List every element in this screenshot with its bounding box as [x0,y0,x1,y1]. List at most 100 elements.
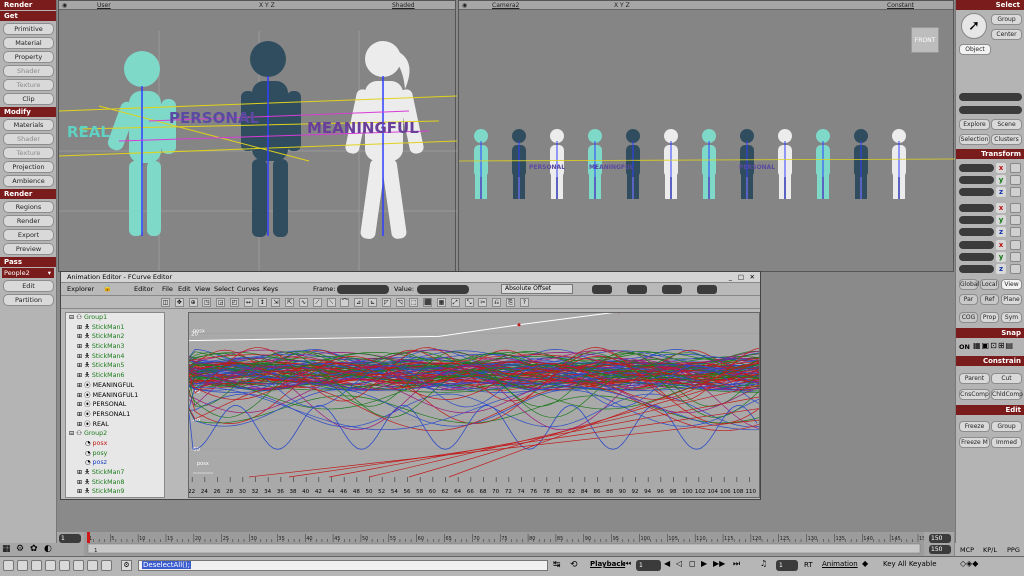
pass-edit-button[interactable]: Edit [3,280,54,292]
toolbar-button[interactable]: ◸ [381,298,391,307]
sym-button[interactable]: Sym [1001,312,1022,323]
playback-button[interactable]: Playback [590,560,625,568]
ref-plane[interactable]: Plane [1001,294,1022,305]
tab-mcp[interactable]: MCP [960,546,974,554]
tree-item[interactable]: ⊞ 🯅 StickMan8 [66,478,164,488]
rt-label[interactable]: RT [804,561,813,569]
preview-button[interactable]: Preview [3,243,54,255]
menu-editor[interactable]: Editor [134,285,153,293]
axis-button-z[interactable]: z [996,264,1006,274]
toolbar-button[interactable]: ▦ [437,298,446,307]
menu-edit[interactable]: Edit [178,285,191,293]
timeline-start-field[interactable]: 1 [59,534,81,543]
transform-lock-toggle[interactable] [1010,240,1021,250]
paint-icon[interactable]: ✿ [30,544,38,554]
axis-button-z[interactable]: z [996,227,1006,237]
viewport2-menu-icon[interactable]: ◉ [462,1,467,10]
frame-field[interactable] [337,285,389,294]
toolbar-button[interactable]: ✂ [478,298,488,307]
select-arrow-icon[interactable]: ➚ [961,13,987,39]
last-frame-button[interactable]: ⏭ [733,559,740,569]
toolbar-button[interactable]: ◫ [161,298,170,307]
transform-value-field[interactable] [959,204,994,212]
clusters-button[interactable]: Clusters [991,134,1022,145]
bottom-icon-1[interactable] [3,560,14,571]
timeline-end-field[interactable]: 150 [929,534,951,543]
axis-button-x[interactable]: x [996,240,1006,250]
bottom-icon-3[interactable] [31,560,42,571]
menu-file[interactable]: File [162,285,173,293]
toolbar-button[interactable]: ◳ [202,298,212,307]
toolbar-button[interactable]: ⊿ [354,298,364,307]
axis-button-y[interactable]: y [996,215,1006,225]
tree-item[interactable]: ⊟ ⚇ Group2 [66,429,164,439]
viewport2-camera-label[interactable]: Camera2 [492,1,519,10]
prev-frame-button[interactable]: ◀ [664,559,670,568]
toolbar-button[interactable]: ⇲ [271,298,281,307]
animation-editor-window[interactable]: Animation Editor - FCurve Editor _ □ ✕ E… [60,271,761,500]
ref-global[interactable]: Global [959,279,979,290]
object-select-button[interactable]: Object [959,44,991,55]
partition-button[interactable]: Partition [3,294,54,306]
toolbar-button[interactable]: ◹ [395,298,405,307]
tools-icon[interactable]: ⚙ [16,544,24,554]
freeze-m-button[interactable]: Freeze M [959,437,990,448]
prop-button[interactable]: Prop [980,312,999,323]
toolbar-button[interactable]: ⊕ [188,298,198,307]
scene-button[interactable]: Scene [991,119,1022,130]
selection-button[interactable]: Selection [959,134,990,145]
frame-field-bottom[interactable]: 1 [636,560,661,571]
transform-value-field[interactable] [959,164,994,172]
tree-item[interactable]: ⊞ 🯅 StickMan1 [66,323,164,333]
viewport2-mode-label[interactable]: Constant [887,1,914,10]
edit-group-button[interactable]: Group [991,421,1022,432]
axis-button-y[interactable]: y [996,252,1006,262]
snap-icons[interactable]: ▦▣⊡⊞▤ [973,341,1014,350]
play-button[interactable]: ▶ [701,559,707,568]
first-frame-button[interactable]: ⏮ [624,559,631,569]
toolbar-button[interactable]: ↔ [243,298,253,307]
viewport-camera2[interactable]: ◉ Camera2 X Y Z Constant FRONT PERSONAL M… [458,0,955,272]
value-field[interactable] [417,285,469,294]
layout-icon[interactable]: ▦ [2,544,11,554]
toolbar-button[interactable]: ∿ [299,298,308,307]
axis-button-x[interactable]: x [996,203,1006,213]
render-icon[interactable]: ◐ [44,544,52,554]
pass-select[interactable]: People2 ▾ [2,268,54,278]
command-line[interactable]: DeselectAll(); [138,560,548,571]
modify-texture-button[interactable]: Texture [3,147,54,159]
primitive-button[interactable]: Primitive [3,23,54,35]
cog-button[interactable]: COG [959,312,978,323]
keyframe[interactable] [517,323,521,327]
bottom-icon-5[interactable] [59,560,70,571]
modify-shader-button[interactable]: Shader [3,133,54,145]
group-select-button[interactable]: Group [991,14,1022,25]
transform-lock-toggle[interactable] [1010,215,1021,225]
regions-button[interactable]: Regions [3,201,54,213]
menu-explorer[interactable]: Explorer [67,285,94,293]
select-field-1[interactable] [959,93,1022,101]
audio-icon[interactable]: ♫ [760,559,767,568]
transform-value-field[interactable] [959,176,994,184]
next-frame-button[interactable]: ▶▶ [713,559,725,568]
transform-value-field[interactable] [959,216,994,224]
key-field-3[interactable] [662,285,682,294]
toolbar-button[interactable]: ⬛ [423,298,433,307]
minimize-icon[interactable]: _ [729,272,732,283]
viewport-menu-icon[interactable]: ◉ [62,1,67,10]
close-icon[interactable]: ✕ [750,272,755,283]
toolbar-button[interactable]: ↕ [257,298,267,307]
viewport-camera-label[interactable]: User [97,1,111,10]
bottom-icon-2[interactable] [17,560,28,571]
toolbar-button[interactable]: ⟋ [312,298,322,307]
transform-value-field[interactable] [959,228,994,236]
toolbar-button[interactable]: ⊾ [368,298,377,307]
ref-view[interactable]: View [1001,279,1022,290]
tree-item[interactable]: ⊞ ⦿ PERSONAL [66,400,164,410]
script-editor-icon[interactable]: ↹ [553,560,561,570]
render-button[interactable]: Render [3,215,54,227]
tree-item[interactable]: ⊞ ⦿ REAL [66,420,164,430]
maximize-icon[interactable]: □ [738,272,744,283]
tree-item[interactable]: ⊞ ⦿ PERSONAL1 [66,410,164,420]
toolbar-button[interactable]: ⬚ [409,298,419,307]
